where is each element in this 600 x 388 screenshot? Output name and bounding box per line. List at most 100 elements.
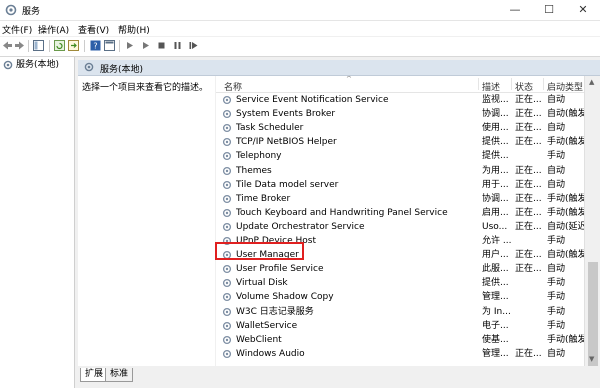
service-gear-icon [222, 321, 232, 330]
service-description: 使用... [482, 123, 509, 134]
service-status: 正在... [515, 137, 542, 148]
maximize-button[interactable]: ☐ [532, 0, 566, 20]
service-gear-icon [222, 208, 232, 217]
service-gear-icon [222, 138, 232, 147]
toolbar-separator [28, 40, 29, 52]
vertical-scrollbar[interactable]: ▲ ▼ [584, 76, 600, 366]
tree-item-services-local[interactable]: 服务(本地) [2, 59, 59, 71]
service-description: 用于... [482, 179, 509, 190]
service-status: 正在... [515, 109, 542, 120]
table-row[interactable]: WalletService 电子... 手动 [216, 319, 584, 333]
table-row[interactable]: Task Scheduler 使用... 正在... 自动 [216, 121, 584, 135]
service-startup-type: 手动 [547, 306, 566, 317]
menu-file[interactable]: 文件(F) [2, 23, 32, 36]
service-name: Telephony [236, 151, 282, 162]
service-description: 提供... [482, 151, 509, 162]
scrollbar-thumb[interactable] [588, 262, 598, 366]
column-header-startup-type[interactable]: 启动类型 [547, 80, 583, 93]
menu-bar: 文件(F) 操作(A) 查看(V) 帮助(H) [0, 21, 600, 36]
column-header-name[interactable]: 名称 [224, 80, 242, 93]
service-startup-type: 手动(触发... [547, 334, 584, 345]
table-row[interactable]: Virtual Disk 提供... 手动 [216, 276, 584, 290]
column-header-status[interactable]: 状态 [515, 80, 533, 93]
service-name: Task Scheduler [236, 123, 304, 134]
service-name: Windows Audio [236, 348, 305, 359]
console-tree: 服务(本地) [0, 57, 75, 388]
tab-standard[interactable]: 标准 [105, 368, 134, 382]
pause-icon[interactable] [172, 40, 183, 51]
column-divider[interactable] [511, 78, 512, 90]
forward-icon[interactable] [14, 40, 25, 51]
table-row[interactable]: User Profile Service 此服... 正在... 自动 [216, 262, 584, 276]
service-description: 监视... [482, 95, 509, 105]
toolbar: ? [0, 37, 600, 57]
service-description: 用户... [482, 250, 509, 261]
table-row[interactable]: Service Event Notification Service 监视... 正… [216, 93, 584, 107]
table-row[interactable]: Telephony 提供... 手动 [216, 149, 584, 163]
service-description: 协调... [482, 109, 509, 120]
service-name: System Events Broker [236, 109, 336, 120]
services-list: ^ 名称 描述 状态 启动类型 Service Event Notificati… [216, 76, 584, 366]
show-tree-icon[interactable] [33, 40, 44, 51]
menu-help[interactable]: 帮助(H) [118, 23, 150, 36]
back-icon[interactable] [2, 40, 13, 51]
table-row[interactable]: Volume Shadow Copy 管理... 手动 [216, 290, 584, 304]
close-button[interactable]: ✕ [566, 0, 600, 20]
service-description: 启用... [482, 207, 509, 218]
service-gear-icon [222, 279, 232, 288]
table-row[interactable]: Tile Data model server 用于... 正在... 自动 [216, 178, 584, 192]
service-startup-type: 手动(触发... [547, 193, 584, 204]
table-row[interactable]: Time Broker 协调... 正在... 手动(触发... [216, 192, 584, 206]
service-startup-type: 自动 [547, 123, 566, 134]
description-hint: 选择一个项目来查看它的描述。 [82, 83, 209, 93]
list-header: ^ 名称 描述 状态 启动类型 [216, 76, 584, 93]
table-row[interactable]: System Events Broker 协调... 正在... 自动(触发... [216, 107, 584, 121]
service-startup-type: 自动(延迟... [547, 221, 584, 232]
service-startup-type: 手动 [547, 236, 566, 246]
service-startup-type: 手动 [547, 292, 566, 303]
service-gear-icon [222, 307, 232, 316]
service-name: User Profile Service [236, 264, 324, 275]
column-divider[interactable] [478, 78, 479, 90]
service-startup-type: 手动(触发... [547, 137, 584, 148]
service-gear-icon [222, 95, 232, 105]
gear-icon [3, 60, 13, 70]
start-icon[interactable] [124, 40, 135, 51]
scroll-down-icon[interactable]: ▼ [589, 355, 594, 363]
table-row[interactable]: Touch Keyboard and Handwriting Panel Ser… [216, 206, 584, 220]
menu-action[interactable]: 操作(A) [38, 23, 69, 36]
toolbar-separator [49, 40, 50, 52]
service-status: 正在... [515, 165, 542, 176]
restart-icon[interactable] [188, 40, 199, 51]
column-divider[interactable] [543, 78, 544, 90]
table-row[interactable]: Themes 为用... 正在... 自动 [216, 164, 584, 178]
stop-icon[interactable] [156, 40, 167, 51]
tab-extended[interactable]: 扩展 [80, 368, 109, 382]
service-description: Uso... [482, 221, 508, 232]
service-description: 为 In... [482, 306, 511, 317]
service-name: WalletService [236, 320, 298, 331]
table-row[interactable]: WebClient 使基... 手动(触发... [216, 333, 584, 347]
export-icon[interactable] [68, 40, 79, 51]
scroll-up-icon[interactable]: ▲ [589, 78, 594, 86]
table-row[interactable]: Update Orchestrator Service Uso... 正在... 自动… [216, 220, 584, 234]
service-status: 正在... [515, 221, 542, 232]
table-row[interactable]: W3C 日志记录服务 为 In... 手动 [216, 305, 584, 319]
table-row[interactable]: Windows Audio 管理... 正在... 自动 [216, 347, 584, 361]
column-header-description[interactable]: 描述 [482, 80, 500, 93]
help-icon[interactable]: ? [90, 40, 101, 51]
service-startup-type: 手动 [547, 151, 566, 162]
service-gear-icon [222, 152, 232, 161]
service-description: 此服... [482, 264, 509, 275]
service-status: 正在... [515, 348, 542, 359]
refresh-icon[interactable] [54, 40, 65, 51]
service-description: 管理... [482, 292, 509, 303]
menu-view[interactable]: 查看(V) [78, 23, 109, 36]
panel-header: 服务(本地) [78, 60, 600, 76]
start-alt-icon[interactable] [140, 40, 151, 51]
table-row[interactable]: TCP/IP NetBIOS Helper 提供... 正在... 手动(触发... [216, 135, 584, 149]
properties-icon[interactable] [104, 40, 115, 51]
minimize-button[interactable]: — [498, 0, 532, 20]
service-gear-icon [222, 349, 232, 358]
service-name: Time Broker [236, 193, 291, 204]
